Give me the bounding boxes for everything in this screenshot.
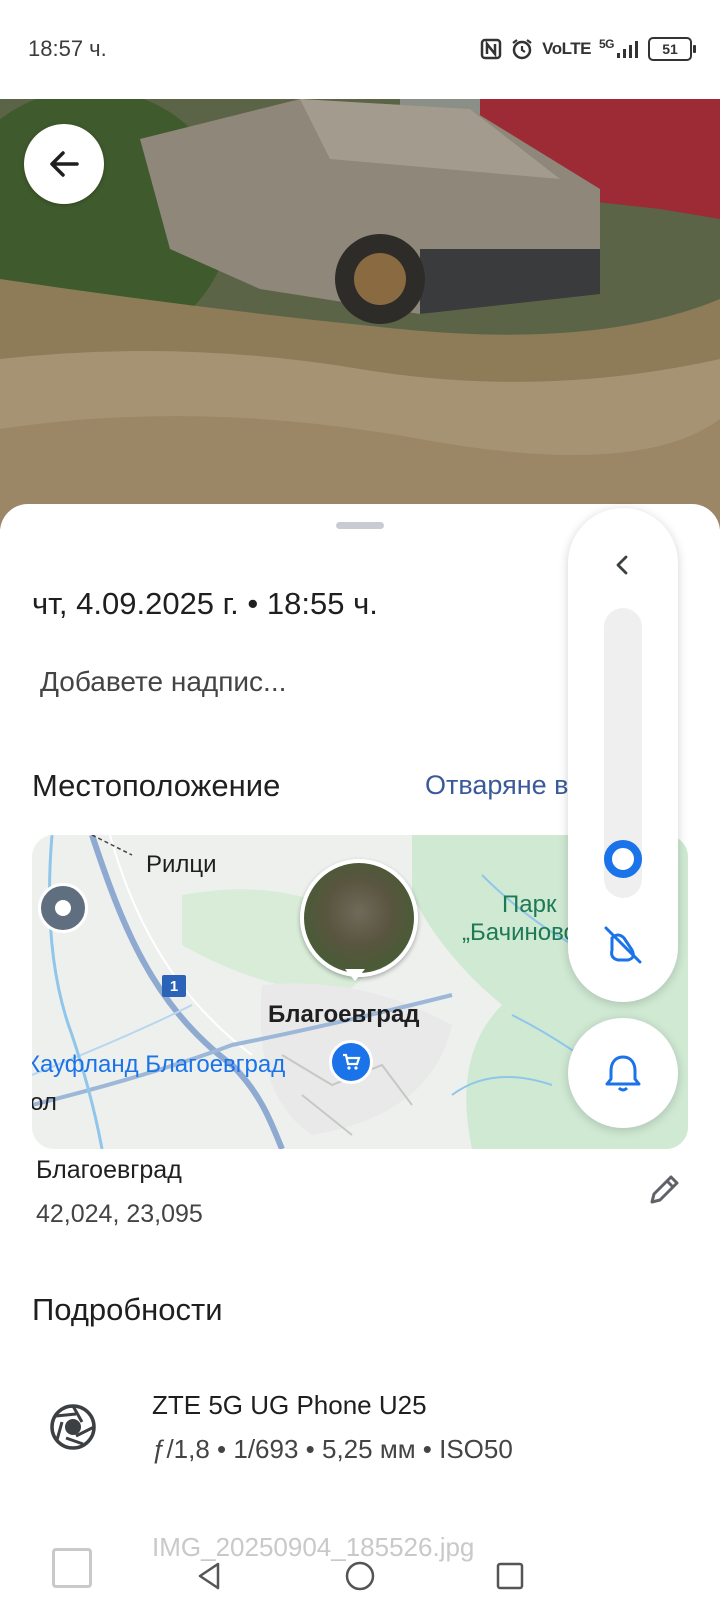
- date-time: чт, 4.09.2025 г. • 18:55 ч.: [32, 586, 378, 621]
- caption-input[interactable]: [40, 666, 560, 698]
- signal-icon: [617, 41, 638, 58]
- circle-home-icon: [345, 1561, 375, 1591]
- map-label-ol: ол: [32, 1089, 57, 1116]
- ringer-mute-button[interactable]: [598, 920, 648, 970]
- photo-pin-tail: [345, 969, 365, 981]
- status-icons: VoLTE 5G 51: [480, 36, 696, 62]
- camera-specs: ƒ/1,8 • 1/693 • 5,25 мм • ISO50: [152, 1434, 513, 1464]
- photo-preview[interactable]: [0, 99, 720, 529]
- map-label-kaufland: Кауфланд Благоевград: [32, 1051, 286, 1078]
- device-name: ZTE 5G UG Phone U25: [152, 1390, 427, 1420]
- nav-home-button[interactable]: [340, 1556, 380, 1596]
- shopping-cart-icon: [343, 1053, 361, 1070]
- photo-location-pin[interactable]: [300, 859, 418, 977]
- place-name: Благоевград: [36, 1156, 182, 1184]
- bell-icon: [605, 1055, 641, 1092]
- volume-panel: [568, 508, 678, 1002]
- chevron-left-icon: [616, 555, 628, 575]
- network-gen-label: 5G: [598, 37, 615, 51]
- camera-aperture-icon: [50, 1404, 96, 1450]
- details-title: Подробности: [32, 1292, 223, 1327]
- current-location-pin[interactable]: [38, 883, 88, 933]
- status-time: 18:57 ч.: [28, 36, 107, 61]
- map-label-blagoevgrad: Благоевград: [268, 1001, 420, 1028]
- place-coordinates: 42,024, 23,095: [36, 1200, 203, 1228]
- square-recents-icon: [496, 1562, 524, 1590]
- network-label: VoLTE: [542, 39, 591, 58]
- drag-handle[interactable]: [336, 522, 384, 529]
- notification-volume-button[interactable]: [568, 1018, 678, 1128]
- alarm-icon: [512, 39, 532, 60]
- edit-location-button[interactable]: [640, 1164, 690, 1214]
- road-number-badge: 1: [162, 975, 186, 997]
- volume-collapse-button[interactable]: [598, 540, 648, 590]
- vibrate-off-icon: [604, 926, 642, 964]
- pin-dot: [55, 900, 71, 916]
- nav-back-button[interactable]: [190, 1556, 230, 1596]
- photo-scene: [0, 99, 720, 529]
- pencil-icon: [650, 1175, 679, 1204]
- triangle-back-icon: [198, 1562, 220, 1590]
- back-arrow-icon: [50, 151, 79, 177]
- nfc-icon: [480, 38, 502, 60]
- battery-level: 51: [662, 41, 678, 57]
- status-bar: 18:57 ч. VoLTE 5G 51: [0, 0, 720, 99]
- volume-slider-thumb[interactable]: [604, 839, 642, 878]
- location-title: Местоположение: [32, 768, 281, 803]
- map-label-bachinovo: „Бачиново": [462, 919, 586, 946]
- nav-recents-button[interactable]: [490, 1556, 530, 1596]
- back-button[interactable]: [24, 124, 104, 204]
- shop-pin[interactable]: [329, 1040, 373, 1084]
- map-label-park: Парк: [502, 891, 557, 918]
- battery-icon: 51: [648, 37, 696, 61]
- map-label-rilci: Рилци: [146, 851, 217, 878]
- system-nav-bar: [0, 1540, 720, 1612]
